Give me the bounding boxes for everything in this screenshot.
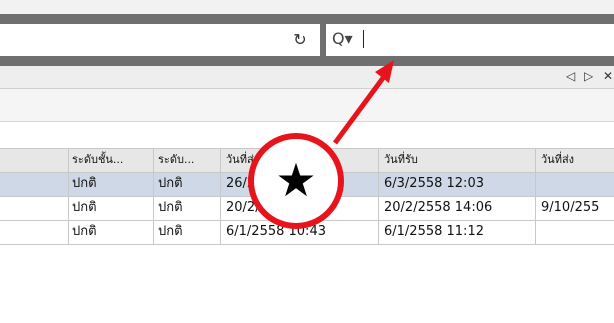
column-header-sent-date-2[interactable]: วันที่ส่ง (541, 148, 574, 172)
top-strip (0, 0, 614, 14)
address-bar[interactable] (0, 24, 320, 56)
panel-header-bar (0, 66, 614, 89)
grid-line (68, 148, 69, 244)
panel-subbar (0, 89, 614, 121)
table-cell: 9/10/255 (541, 200, 600, 215)
grid-line (535, 148, 536, 244)
column-header-level-class[interactable]: ระดับชั้น... (72, 148, 123, 172)
table-cell: ปกติ (72, 176, 97, 191)
text-caret (363, 30, 364, 48)
column-header-level[interactable]: ระดับ... (158, 148, 194, 172)
table-cell: 6/3/2558 12:03 (384, 176, 484, 191)
table-cell: 26/2/2558 15:42 (226, 176, 335, 191)
grid-line (0, 244, 614, 245)
column-header-received-date[interactable]: วันที่รับ (384, 148, 418, 172)
close-icon[interactable]: ✕ (603, 68, 613, 84)
table-cell: ปกติ (158, 200, 183, 215)
search-icon[interactable]: Q▾ (332, 29, 353, 49)
table-cell: 6/1/2558 11:12 (384, 224, 484, 239)
grid-line (0, 220, 614, 221)
table-cell: ปกติ (72, 200, 97, 215)
nav-next-icon[interactable]: ▷ (584, 68, 593, 84)
table-cell: ปกติ (158, 224, 183, 239)
grid-line (0, 196, 614, 197)
column-header-sent-date[interactable]: วันที่ส่ง (226, 148, 259, 172)
table-cell: 20/2/2558 14:06 (384, 200, 493, 215)
grid-line (378, 148, 379, 244)
table-cell: 6/1/2558 10:43 (226, 224, 326, 239)
grid-line (0, 172, 614, 173)
search-field[interactable] (326, 24, 614, 56)
table-cell: ปกติ (72, 224, 97, 239)
table-cell: ปกติ (158, 176, 183, 191)
nav-prev-icon[interactable]: ◁ (566, 68, 575, 84)
grid-line (0, 148, 614, 149)
grid-line (153, 148, 154, 244)
table-cell: 20/2/2558 14:03 (226, 200, 335, 215)
grid-line (220, 148, 221, 244)
divider (0, 121, 614, 122)
reload-icon[interactable]: ↻ (290, 30, 310, 50)
